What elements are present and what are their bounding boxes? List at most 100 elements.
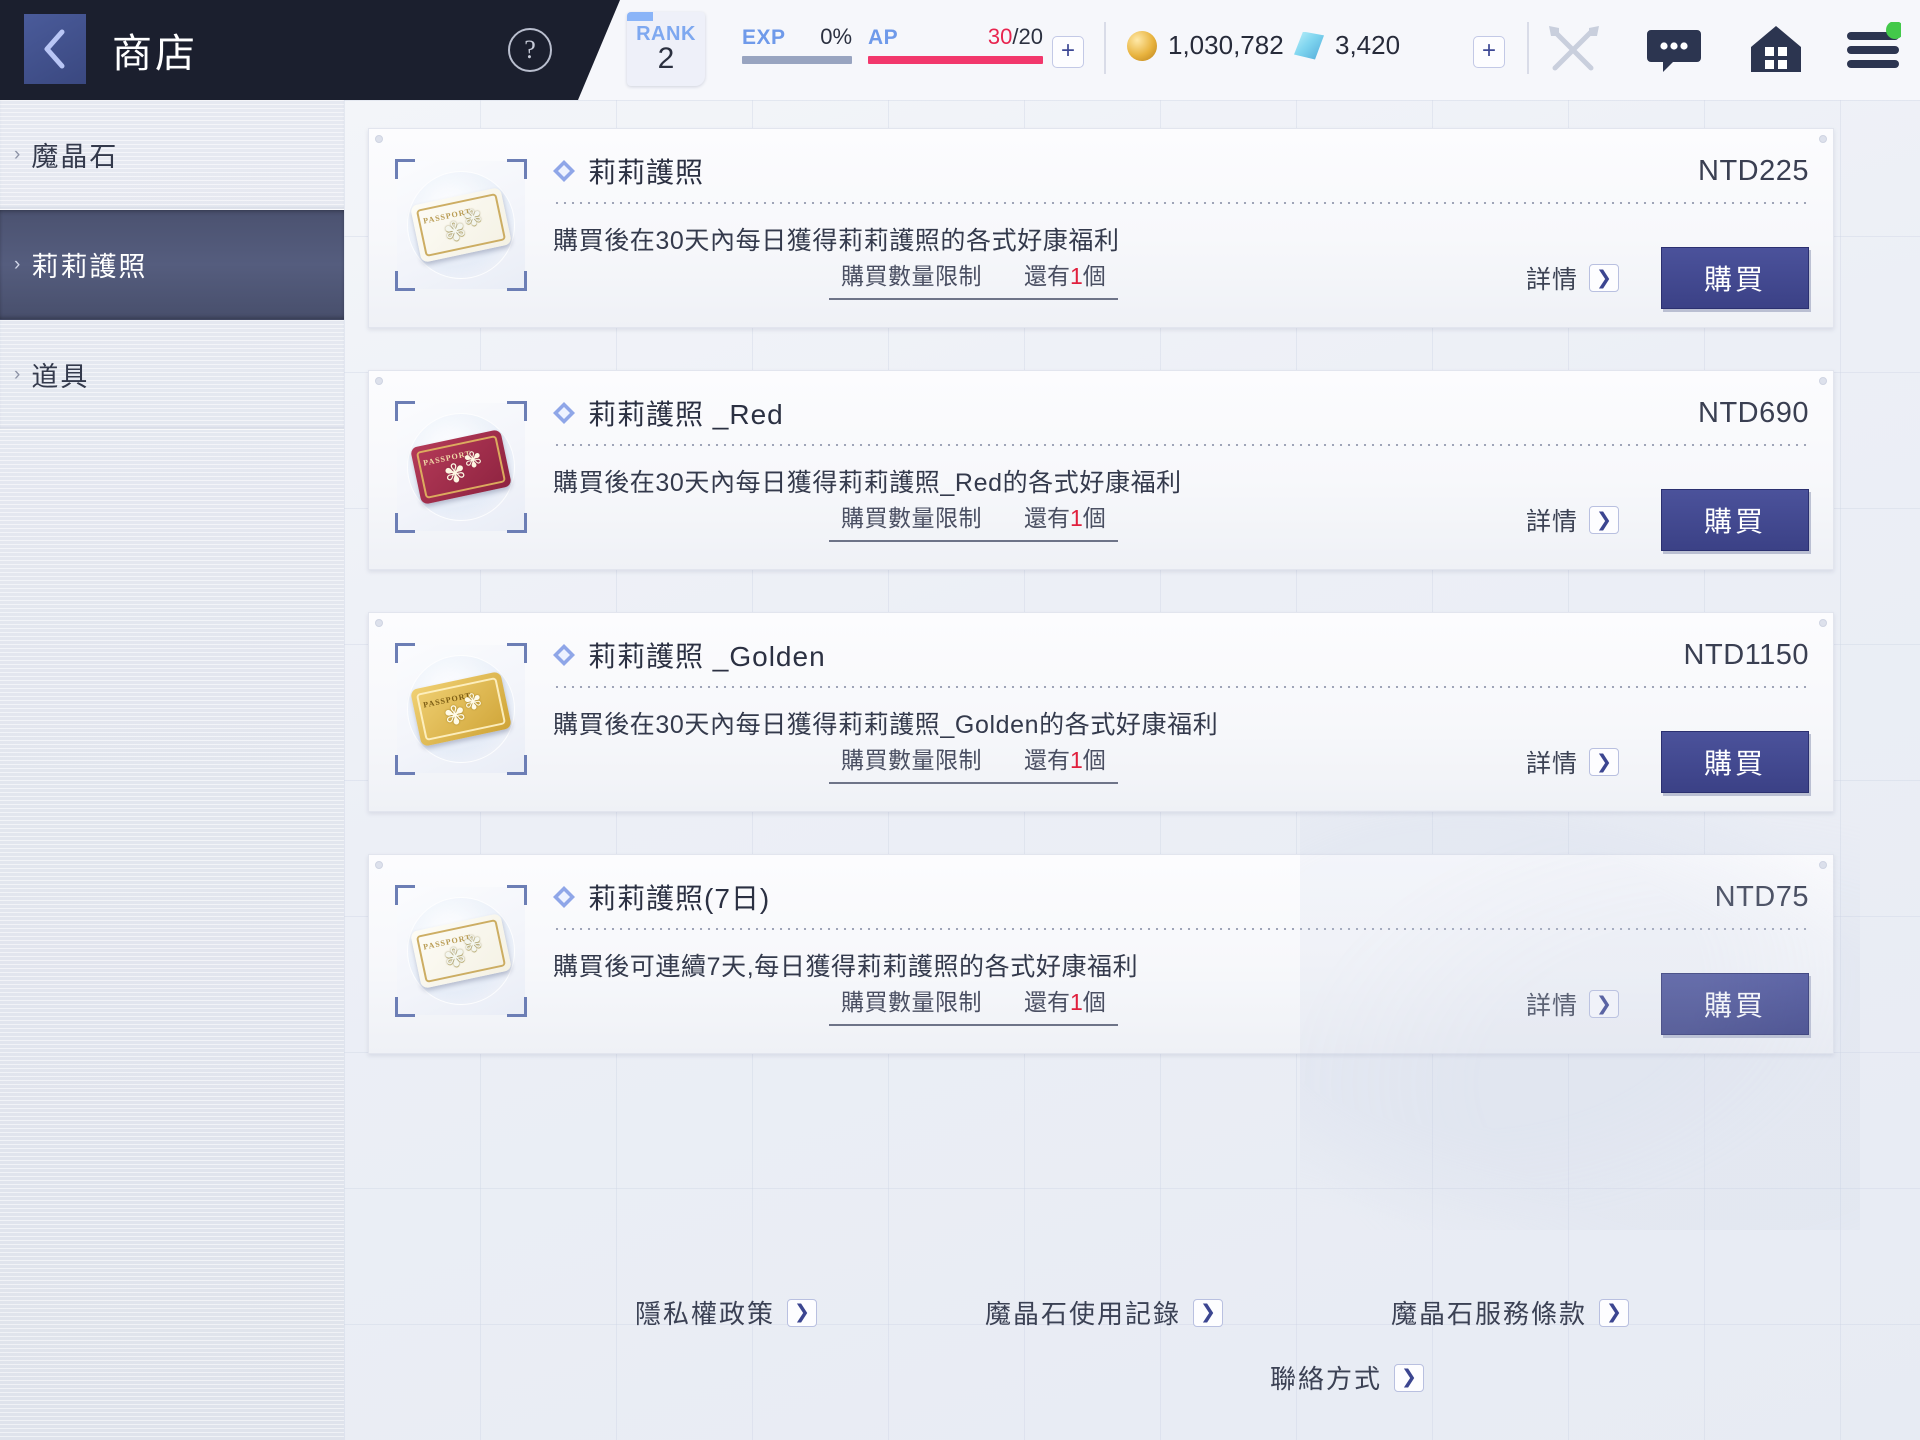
header-divider-2 — [1527, 22, 1529, 74]
sidebar-item-magic-crystal[interactable]: › 魔晶石 — [0, 100, 344, 210]
header-divider-1 — [1104, 22, 1106, 74]
frame-corner-icon — [507, 401, 527, 421]
ap-add-button[interactable]: + — [1052, 36, 1084, 68]
buy-button[interactable]: 購買 — [1661, 973, 1809, 1035]
footer-link-contact[interactable]: 聯絡方式 ❯ — [1270, 1359, 1424, 1396]
frame-corner-icon — [507, 271, 527, 291]
remaining-suffix: 個 — [1083, 989, 1106, 1015]
chevron-right-icon: ❯ — [1599, 1299, 1629, 1327]
exp-stat: EXP 0% — [742, 24, 852, 64]
detail-link[interactable]: 詳情 ❯ — [1526, 260, 1619, 296]
ap-current: 30 — [988, 24, 1012, 49]
purchase-limit-info: 購買數量限制 還有1個 — [829, 499, 1118, 542]
home-icon[interactable] — [1747, 20, 1805, 83]
rarity-diamond-icon — [553, 160, 575, 182]
sidebar-item-label: 莉莉護照 — [31, 245, 147, 284]
rank-value: 2 — [627, 44, 705, 74]
buy-button[interactable]: 購買 — [1661, 247, 1809, 309]
dotted-divider — [553, 444, 1809, 446]
product-card[interactable]: PASSPORT ✾ ✾ — [368, 854, 1834, 1054]
product-thumbnail: PASSPORT ✾ ✾ — [397, 161, 525, 289]
rarity-diamond-icon — [553, 644, 575, 666]
ap-max: 20 — [1019, 24, 1043, 49]
chevron-right-icon: ❯ — [1193, 1299, 1223, 1327]
chat-bubble-icon[interactable] — [1645, 22, 1703, 83]
remaining-count: 還有1個 — [1024, 741, 1106, 775]
product-thumbnail: PASSPORT ✾ ✾ — [397, 645, 525, 773]
detail-label: 詳情 — [1526, 986, 1578, 1022]
product-price: NTD225 — [1698, 155, 1809, 188]
purchase-limit-info: 購買數量限制 還有1個 — [829, 983, 1118, 1026]
chevron-right-icon: ❯ — [1589, 264, 1619, 292]
exp-percent: 0% — [820, 24, 852, 50]
chevron-right-icon: ❯ — [1589, 748, 1619, 776]
remaining-number: 1 — [1070, 263, 1083, 289]
sidebar-item-lily-passport[interactable]: › 莉莉護照 — [0, 210, 344, 320]
sidebar-item-items[interactable]: › 道具 — [0, 320, 344, 430]
product-price: NTD1150 — [1684, 639, 1809, 672]
detail-link[interactable]: 詳情 ❯ — [1526, 986, 1619, 1022]
remaining-prefix: 還有 — [1024, 505, 1070, 531]
chevron-right-icon: › — [14, 364, 22, 386]
detail-link[interactable]: 詳情 ❯ — [1526, 502, 1619, 538]
product-card[interactable]: PASSPORT ✾ ✾ — [368, 370, 1834, 570]
frame-corner-icon — [507, 159, 527, 179]
remaining-prefix: 還有 — [1024, 747, 1070, 773]
top-header-bar: 商店 ? RANK 2 EXP 0% AP 30/20 + — [0, 0, 1920, 100]
product-name: 莉莉護照 _Golden — [588, 635, 826, 675]
footer-link-privacy-policy[interactable]: 隱私權政策 ❯ — [635, 1294, 817, 1331]
product-price: NTD75 — [1715, 881, 1809, 914]
product-name: 莉莉護照(7日) — [588, 877, 770, 917]
gem-currency: 3,420 — [1294, 30, 1400, 61]
purchase-limit-label: 購買數量限制 — [841, 499, 982, 533]
footer-link-crystal-usage-log[interactable]: 魔晶石使用記錄 ❯ — [985, 1294, 1223, 1331]
product-thumbnail: PASSPORT ✾ ✾ — [397, 887, 525, 1015]
frame-corner-icon — [395, 885, 415, 905]
back-button[interactable] — [24, 14, 86, 84]
exp-progress-bar — [742, 56, 852, 64]
product-card[interactable]: PASSPORT ✾ ✾ — [368, 612, 1834, 812]
product-card[interactable]: PASSPORT ✾ ✾ — [368, 128, 1834, 328]
chevron-right-icon: ❯ — [1589, 990, 1619, 1018]
page-title: 商店 — [112, 21, 198, 79]
ap-label: AP — [868, 26, 898, 50]
shop-screen: 商店 ? RANK 2 EXP 0% AP 30/20 + — [0, 0, 1920, 1440]
category-sidebar: › 魔晶石 › 莉莉護照 › 道具 — [0, 100, 344, 1440]
footer-links: 隱私權政策 ❯ 魔晶石使用記錄 ❯ 魔晶石服務條款 ❯ 聯絡方式 ❯ — [344, 1294, 1920, 1396]
detail-link[interactable]: 詳情 ❯ — [1526, 744, 1619, 780]
menu-hamburger-icon[interactable] — [1845, 22, 1901, 83]
buy-button[interactable]: 購買 — [1661, 731, 1809, 793]
remaining-suffix: 個 — [1083, 505, 1106, 531]
dotted-divider — [553, 686, 1809, 688]
crossed-swords-icon — [1545, 22, 1603, 83]
gold-currency: 1,030,782 — [1127, 30, 1284, 61]
frame-corner-icon — [395, 513, 415, 533]
sidebar-item-label: 道具 — [31, 355, 89, 394]
frame-corner-icon — [395, 997, 415, 1017]
remaining-suffix: 個 — [1083, 263, 1106, 289]
coin-icon — [1127, 31, 1157, 61]
remaining-count: 還有1個 — [1024, 983, 1106, 1017]
remaining-number: 1 — [1070, 505, 1083, 531]
chevron-left-icon — [40, 28, 70, 70]
purchase-limit-label: 購買數量限制 — [841, 741, 982, 775]
detail-label: 詳情 — [1526, 260, 1578, 296]
purchase-limit-label: 購買數量限制 — [841, 257, 982, 291]
footer-link-label: 隱私權政策 — [635, 1294, 775, 1331]
product-thumbnail: PASSPORT ✾ ✾ — [397, 403, 525, 531]
purchase-limit-info: 購買數量限制 還有1個 — [829, 257, 1118, 300]
buy-button[interactable]: 購買 — [1661, 489, 1809, 551]
detail-label: 詳情 — [1526, 502, 1578, 538]
dotted-divider — [553, 202, 1809, 204]
gem-add-button[interactable]: + — [1473, 36, 1505, 68]
footer-link-crystal-terms[interactable]: 魔晶石服務條款 ❯ — [1391, 1294, 1629, 1331]
gem-icon — [1294, 32, 1324, 60]
product-price: NTD690 — [1698, 397, 1809, 430]
remaining-prefix: 還有 — [1024, 263, 1070, 289]
ap-progress-bar — [868, 56, 1043, 64]
rarity-diamond-icon — [553, 886, 575, 908]
sidebar-empty-area — [0, 430, 344, 1440]
footer-link-label: 魔晶石服務條款 — [1391, 1294, 1587, 1331]
exp-label: EXP — [742, 26, 786, 50]
help-icon[interactable]: ? — [508, 28, 552, 72]
